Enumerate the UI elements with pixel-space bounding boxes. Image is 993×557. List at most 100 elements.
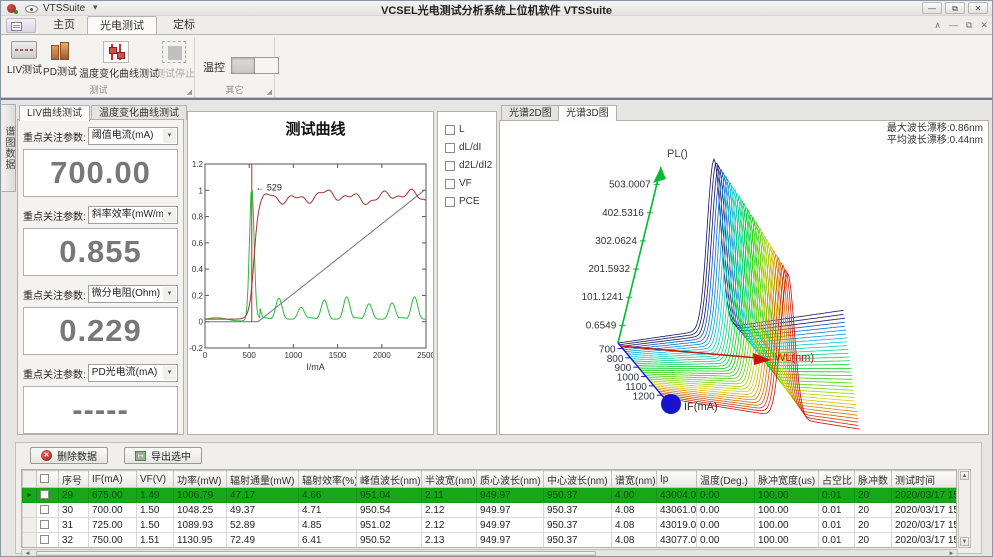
column-header[interactable]: VF(V) <box>137 471 174 488</box>
table-cell: 0.01 <box>819 518 855 533</box>
scroll-down-icon[interactable]: ▼ <box>960 537 969 546</box>
column-header[interactable]: 测试时间 <box>892 471 958 488</box>
checkbox-d2ldi2[interactable]: d2L/dI2 <box>445 160 492 171</box>
tab-liv-curve-test[interactable]: LIV曲线测试 <box>19 105 90 121</box>
param-select-resistance[interactable]: 微分电阻(Ohm)▾ <box>88 285 178 303</box>
row-checkbox[interactable] <box>37 503 59 518</box>
delete-data-button[interactable]: ✕ 删除数据 <box>30 447 108 464</box>
column-header[interactable]: 中心波长(nm) <box>544 471 612 488</box>
tab-spectrum-3d[interactable]: 光谱3D图 <box>558 105 617 121</box>
column-header[interactable]: 辐射通量(mW) <box>227 471 299 488</box>
table-row[interactable]: 30700.001.501048.2549.374.71950.542.1294… <box>23 503 958 518</box>
column-header[interactable]: 脉冲数 <box>855 471 892 488</box>
y-tick-label: 0.4 <box>192 265 204 274</box>
ribbon-tab-calibration[interactable]: 定标 <box>161 16 207 34</box>
checkbox-dldi[interactable]: dL/dI <box>445 142 481 153</box>
tab-spectrum-2d[interactable]: 光谱2D图 <box>501 105 560 120</box>
column-header[interactable]: Ip <box>657 471 697 488</box>
column-header[interactable]: 占空比 <box>819 471 855 488</box>
checkbox-box[interactable] <box>445 143 455 153</box>
restore-button[interactable]: ⧉ <box>945 2 965 14</box>
table-cell: 100.00 <box>755 503 819 518</box>
child-minimize-button[interactable]: — <box>949 19 958 31</box>
table-horizontal-scrollbar[interactable]: ◄ ► <box>21 549 958 557</box>
param-select-pd-current[interactable]: PD光电流(mA)▾ <box>88 364 178 382</box>
table-cell: 949.97 <box>477 533 544 548</box>
row-checkbox[interactable] <box>37 488 59 503</box>
table-cell: 4.08 <box>612 503 657 518</box>
table-cell: 1.50 <box>137 518 174 533</box>
column-header[interactable]: 质心波长(nm) <box>477 471 544 488</box>
table-cell: 20 <box>855 533 892 548</box>
checkbox-box[interactable] <box>445 125 455 135</box>
table-cell: 949.97 <box>477 518 544 533</box>
scroll-right-icon[interactable]: ► <box>947 550 956 557</box>
table-cell: 950.54 <box>357 503 422 518</box>
minimize-button[interactable]: — <box>922 2 942 14</box>
checkbox-box[interactable] <box>445 197 455 207</box>
scrollbar-thumb[interactable] <box>36 551 596 556</box>
column-header[interactable]: 峰值波长(nm) <box>357 471 422 488</box>
x-tick-label: 500 <box>243 351 257 360</box>
results-table[interactable]: 序号IF(mA)VF(V)功率(mW)辐射通量(mW)辐射效率(%)峰值波长(n… <box>21 469 957 548</box>
column-header[interactable]: 谱宽(nm) <box>612 471 657 488</box>
table-cell: 2020/03/17 15:01:00 <box>892 533 958 548</box>
ribbon-tab-home[interactable]: 主页 <box>41 16 87 34</box>
checkbox-pce[interactable]: PCE <box>445 196 480 207</box>
chevron-down-icon[interactable]: ▾ <box>163 129 176 143</box>
close-button[interactable]: ✕ <box>968 2 988 14</box>
dialog-launcher-icon[interactable]: ◢ <box>267 88 272 96</box>
param-select-threshold[interactable]: 阈值电流(mA)▾ <box>88 127 178 145</box>
temp-control-toggle[interactable] <box>231 57 279 74</box>
dialog-launcher-icon[interactable]: ◢ <box>187 88 192 96</box>
temp-curve-test-button[interactable]: 温度变化曲线测试 <box>79 39 153 80</box>
ribbon: LIV测试 PD测试 温度变化曲线测试 测试停止 测试 ◢ 温控 其它 ◢ <box>1 34 992 98</box>
liv-test-button[interactable]: LIV测试 <box>7 39 41 76</box>
scroll-left-icon[interactable]: ◄ <box>23 550 32 557</box>
table-cell: 951.02 <box>357 518 422 533</box>
column-header[interactable]: 半波宽(nm) <box>422 471 477 488</box>
export-icon: ↦ <box>135 451 146 461</box>
table-cell: 6.41 <box>299 533 357 548</box>
table-cell: 700.00 <box>89 503 137 518</box>
export-selected-button[interactable]: ↦ 导出选中 <box>124 447 202 464</box>
chevron-down-icon[interactable]: ▾ <box>163 208 176 222</box>
child-restore-button[interactable]: ⧉ <box>966 19 972 31</box>
scroll-up-icon[interactable]: ▲ <box>960 471 969 480</box>
chevron-down-icon[interactable]: ▾ <box>163 287 176 301</box>
x-tick-label: 0 <box>203 351 208 360</box>
checkbox-box[interactable] <box>445 179 455 189</box>
column-header[interactable]: 功率(mW) <box>174 471 227 488</box>
param-select-slope[interactable]: 斜率效率(mW/mA)▾ <box>88 206 178 224</box>
sidebar-collapsed-tab[interactable]: 谱图数据 <box>2 104 16 192</box>
y-tick-label: 0.6 <box>192 239 204 248</box>
checkbox-l[interactable]: L <box>445 124 465 135</box>
table-cell: 1130.95 <box>174 533 227 548</box>
file-menu-button[interactable] <box>6 18 36 33</box>
toggle-off-half[interactable] <box>232 58 255 73</box>
row-checkbox[interactable] <box>37 518 59 533</box>
spectrum-trace <box>627 179 846 353</box>
table-cell: 43077.00 <box>657 533 697 548</box>
checkbox-box[interactable] <box>445 161 455 171</box>
checkbox-vf[interactable]: VF <box>445 178 472 189</box>
column-header[interactable]: 脉冲宽度(us) <box>755 471 819 488</box>
table-vertical-scrollbar[interactable]: ▲ ▼ <box>958 469 971 548</box>
column-header[interactable]: 温度(Deg.) <box>697 471 755 488</box>
child-close-button[interactable]: ✕ <box>980 19 988 31</box>
column-header[interactable]: IF(mA) <box>89 471 137 488</box>
table-row[interactable]: 31725.001.501089.9352.894.85951.022.1294… <box>23 518 958 533</box>
column-header[interactable]: 序号 <box>59 471 89 488</box>
ribbon-tab-photoelectric-test[interactable]: 光电测试 <box>87 16 157 34</box>
table-row[interactable]: 32750.001.511130.9572.496.41950.522.1394… <box>23 533 958 548</box>
wl-axis-label: WL(nm) <box>775 352 814 364</box>
table-row[interactable]: ►29675.001.491006.7947.174.66951.042.119… <box>23 488 958 503</box>
row-checkbox[interactable] <box>37 533 59 548</box>
pd-test-button[interactable]: PD测试 <box>43 39 77 78</box>
select-all-checkbox[interactable] <box>37 471 59 488</box>
chevron-down-icon[interactable]: ▾ <box>163 366 176 380</box>
tab-temp-curve-test[interactable]: 温度变化曲线测试 <box>91 105 187 120</box>
table-cell: 49.37 <box>227 503 299 518</box>
ribbon-collapse-icon[interactable]: ∧ <box>934 19 941 31</box>
column-header[interactable]: 辐射效率(%) <box>299 471 357 488</box>
